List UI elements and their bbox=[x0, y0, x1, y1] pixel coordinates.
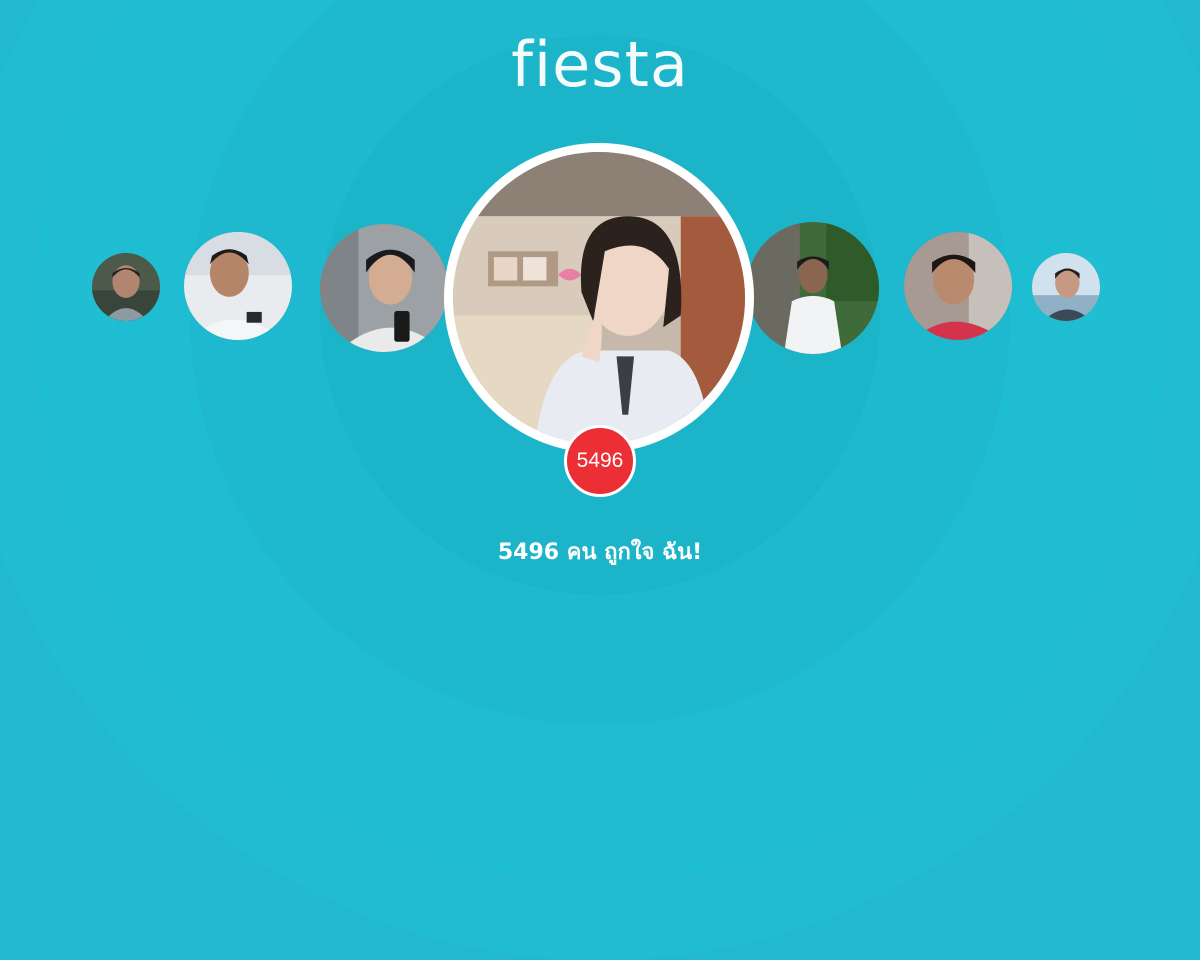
featured-profile-avatar[interactable] bbox=[444, 143, 754, 453]
app-logo: fiesta bbox=[511, 28, 689, 101]
friend-photo-2 bbox=[184, 232, 292, 340]
friend-avatar-2[interactable] bbox=[184, 232, 292, 340]
friend-photo-5 bbox=[904, 232, 1012, 340]
friend-avatar-4[interactable] bbox=[747, 222, 879, 354]
friend-avatar-3[interactable] bbox=[320, 224, 448, 352]
featured-profile-photo bbox=[453, 152, 745, 444]
friend-avatar-6[interactable] bbox=[1032, 253, 1100, 321]
friend-photo-6 bbox=[1032, 253, 1100, 321]
featured-photo-graphic bbox=[453, 152, 745, 444]
friend-photo-4 bbox=[747, 222, 879, 354]
friend-photo-3 bbox=[320, 224, 448, 352]
friend-avatar-5[interactable] bbox=[904, 232, 1012, 340]
likes-caption: 5496 คน ถูกใจ ฉัน! bbox=[497, 540, 703, 565]
like-count-badge: 5496 bbox=[564, 425, 636, 497]
friend-photo-1 bbox=[92, 253, 160, 321]
friend-avatar-1[interactable] bbox=[92, 253, 160, 321]
